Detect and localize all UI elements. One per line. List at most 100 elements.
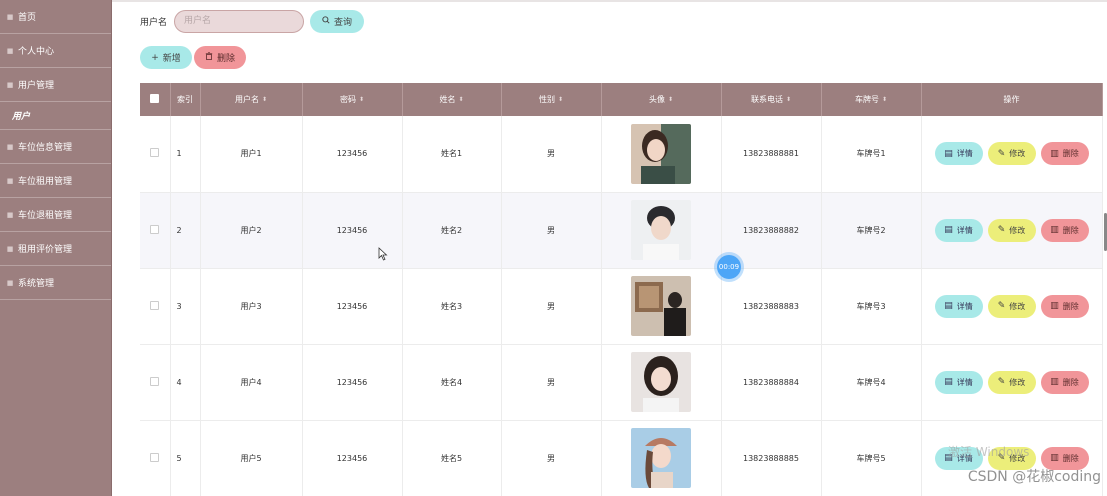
delete-button[interactable]: ▥ 删除 [1040, 370, 1089, 394]
col-name[interactable]: 姓名 ⬍ [402, 83, 502, 116]
cell-avatar [601, 268, 722, 345]
sort-icon[interactable]: ⬍ [668, 96, 673, 103]
avatar[interactable] [631, 276, 691, 336]
cell-index: 5 [170, 420, 201, 496]
cell-password: 123456 [302, 344, 403, 421]
bulk-delete-button[interactable]: 删除 [194, 46, 246, 69]
sidebar-item-parking-rent[interactable]: ■ 车位租用管理 [0, 164, 111, 198]
sort-icon[interactable]: ⬍ [558, 96, 563, 103]
sidebar-item-system[interactable]: ■ 系统管理 [0, 266, 111, 300]
plus-icon: + [151, 52, 159, 63]
avatar[interactable] [631, 428, 691, 488]
sidebar-item-profile[interactable]: ■ 个人中心 [0, 34, 111, 68]
cell-gender: 男 [501, 268, 602, 345]
sidebar-subitem-users[interactable]: 用户 [0, 102, 111, 130]
users-table: 索引 用户名 ⬍ 密码 ⬍ 姓名 ⬍ 性别 ⬍ 头像 ⬍ 联系电话 ⬍ 车牌号 ⬍ 操作 1 [140, 83, 1103, 496]
table-row: 3 用户3 123456 姓名3 男 13823888883 车牌号3 ▤ 详情… [140, 268, 1103, 345]
avatar[interactable] [631, 352, 691, 412]
col-password[interactable]: 密码 ⬍ [302, 83, 403, 116]
col-plate[interactable]: 车牌号 ⬍ [821, 83, 922, 116]
cell-gender: 男 [501, 420, 602, 496]
sort-icon[interactable]: ⬍ [359, 96, 364, 103]
col-gender[interactable]: 性别 ⬍ [501, 83, 602, 116]
cell-password: 123456 [302, 268, 403, 345]
col-avatar[interactable]: 头像 ⬍ [601, 83, 722, 116]
query-button-label: 查询 [334, 17, 353, 28]
trash-icon: ▥ [1050, 148, 1059, 159]
row-checkbox[interactable] [150, 224, 160, 234]
row-select-cell[interactable] [140, 192, 171, 269]
query-button[interactable]: 查询 [310, 9, 365, 33]
sidebar: ■ 首页 ■ 个人中心 ■ 用户管理 用户 ■ 车位信息管理 ■ 车位租用管理 … [0, 0, 112, 496]
edit-button[interactable]: ✎ 修改 [987, 142, 1036, 166]
detail-button[interactable]: ▤ 详情 [934, 142, 983, 166]
sidebar-item-label: 租用评价管理 [18, 245, 73, 255]
add-button[interactable]: + 新增 [140, 46, 192, 69]
edit-button[interactable]: ✎ 修改 [987, 294, 1036, 318]
cell-actions: ▤ 详情 ✎ 修改 ▥ 删除 [921, 116, 1103, 193]
sort-icon[interactable]: ⬍ [262, 96, 267, 103]
table-row: 1 用户1 123456 姓名1 男 13823888881 车牌号1 ▤ 详情… [140, 116, 1103, 193]
table-row: 4 用户4 123456 姓名4 男 13823888884 车牌号4 ▤ 详情… [140, 344, 1103, 421]
sidebar-item-label: 车位信息管理 [18, 143, 73, 153]
detail-button[interactable]: ▤ 详情 [934, 294, 983, 318]
pencil-icon: ✎ [997, 377, 1006, 387]
delete-button[interactable]: ▥ 删除 [1040, 142, 1089, 166]
sidebar-item-label: 首页 [18, 13, 37, 23]
sidebar-item-parking-info[interactable]: ■ 车位信息管理 [0, 130, 111, 164]
row-checkbox[interactable] [150, 300, 160, 310]
cell-index: 4 [170, 344, 201, 421]
bulk-delete-label: 删除 [216, 54, 235, 64]
sort-icon[interactable]: ⬍ [882, 96, 887, 103]
row-select-cell[interactable] [140, 116, 171, 193]
cell-name: 姓名5 [402, 420, 502, 496]
cell-index: 1 [170, 116, 201, 193]
search-icon [322, 15, 330, 27]
select-all-cell[interactable] [140, 83, 171, 116]
select-all-checkbox[interactable] [150, 94, 160, 103]
row-checkbox[interactable] [150, 148, 160, 158]
table-row: 2 用户2 123456 姓名2 男 13823888882 车牌号2 ▤ 详情… [140, 192, 1103, 269]
avatar[interactable] [631, 123, 691, 184]
row-checkbox[interactable] [150, 452, 160, 462]
sidebar-item-rent-review[interactable]: ■ 租用评价管理 [0, 232, 111, 266]
document-icon: ▤ [944, 301, 953, 311]
cell-name: 姓名1 [402, 116, 502, 193]
row-select-cell[interactable] [140, 420, 171, 496]
col-phone[interactable]: 联系电话 ⬍ [721, 83, 822, 116]
avatar[interactable] [631, 200, 691, 260]
cell-avatar [601, 116, 722, 193]
cell-username: 用户2 [200, 192, 303, 269]
sidebar-item-user-management[interactable]: ■ 用户管理 [0, 68, 111, 102]
sidebar-item-home[interactable]: ■ 首页 [0, 0, 111, 34]
edit-button[interactable]: ✎ 修改 [987, 218, 1036, 242]
delete-button[interactable]: ▥ 删除 [1040, 294, 1089, 318]
cell-phone: 13823888884 [721, 344, 822, 421]
cell-actions: ▤ 详情 ✎ 修改 ▥ 删除 [921, 268, 1103, 345]
sort-icon[interactable]: ⬍ [786, 96, 791, 103]
search-input[interactable] [174, 9, 305, 33]
cell-gender: 男 [501, 192, 602, 269]
row-select-cell[interactable] [140, 344, 171, 421]
sidebar-item-label: 系统管理 [18, 279, 55, 289]
sidebar-subitem-label: 用户 [12, 112, 31, 122]
delete-button[interactable]: ▥ 删除 [1040, 218, 1089, 242]
col-index: 索引 [170, 83, 201, 116]
detail-button[interactable]: ▤ 详情 [934, 370, 983, 394]
document-icon: ▤ [944, 225, 953, 235]
cell-username: 用户4 [200, 344, 303, 421]
sort-icon[interactable]: ⬍ [458, 96, 463, 103]
detail-button[interactable]: ▤ 详情 [934, 218, 983, 242]
search-bar: 用户名 查询 [140, 9, 365, 33]
return-icon: ■ [6, 210, 14, 219]
settings-icon: ■ [6, 278, 14, 287]
edit-button[interactable]: ✎ 修改 [987, 370, 1036, 394]
row-select-cell[interactable] [140, 268, 171, 345]
trash-icon: ▥ [1050, 377, 1059, 387]
windows-activation-watermark: 激活 Windows [948, 445, 1030, 459]
sidebar-item-label: 个人中心 [18, 47, 55, 57]
search-label: 用户名 [140, 17, 168, 28]
row-checkbox[interactable] [150, 376, 160, 386]
sidebar-item-parking-return[interactable]: ■ 车位退租管理 [0, 198, 111, 232]
col-username[interactable]: 用户名 ⬍ [200, 83, 303, 116]
